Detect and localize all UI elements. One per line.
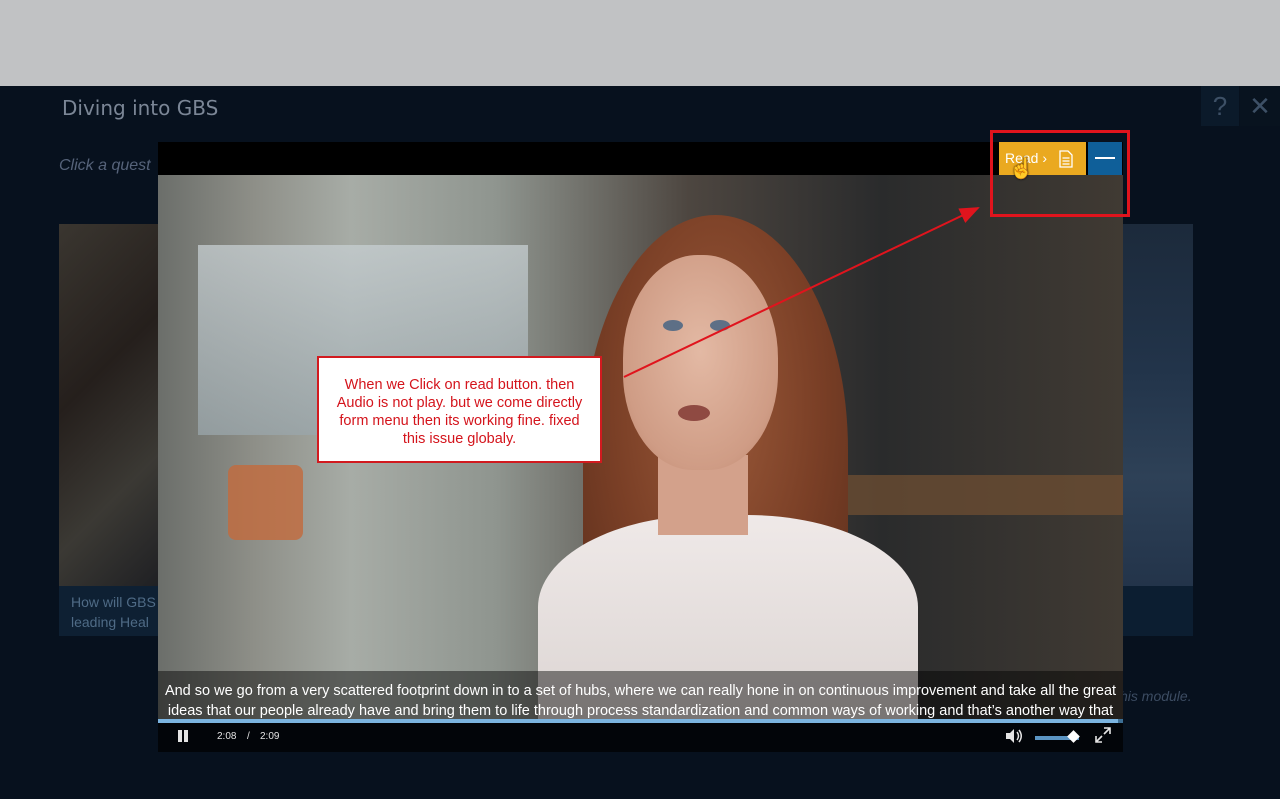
minimize-button[interactable] bbox=[1088, 142, 1122, 175]
video-background-chair bbox=[228, 465, 303, 540]
video-background-table bbox=[848, 475, 1123, 515]
time-current: 2:08 bbox=[217, 731, 237, 742]
video-person-face bbox=[623, 255, 778, 470]
video-frame[interactable]: And so we go from a very scattered footp… bbox=[158, 175, 1123, 720]
fullscreen-icon[interactable] bbox=[1095, 727, 1111, 743]
time-separator: / bbox=[247, 731, 250, 742]
hand-cursor-icon: ☝ bbox=[1009, 158, 1034, 180]
minus-icon bbox=[1095, 157, 1115, 159]
module-title: Diving into GBS bbox=[62, 96, 219, 120]
video-person-mouth bbox=[678, 405, 710, 421]
question-tile-image-right[interactable] bbox=[1118, 224, 1193, 586]
document-icon bbox=[1059, 150, 1073, 168]
control-bar bbox=[158, 723, 1123, 752]
annotation-text: When we Click on read button. then Audio… bbox=[336, 377, 583, 447]
video-person-eye bbox=[710, 320, 730, 331]
annotation-callout: When we Click on read button. then Audio… bbox=[317, 356, 602, 463]
help-button[interactable]: ? bbox=[1201, 86, 1239, 126]
question-tile-caption-right[interactable] bbox=[1118, 586, 1193, 636]
instruction-text: Click a quest bbox=[59, 157, 151, 174]
pause-icon bbox=[178, 730, 182, 742]
volume-icon[interactable] bbox=[1004, 728, 1024, 744]
video-person-eye bbox=[663, 320, 683, 331]
question-tile-caption-left[interactable]: How will GBS leading Heal bbox=[59, 586, 169, 636]
browser-top-band bbox=[0, 0, 1280, 86]
close-button[interactable]: ✕ bbox=[1240, 86, 1280, 126]
pause-button[interactable] bbox=[176, 730, 190, 744]
pause-icon bbox=[184, 730, 188, 742]
time-total: 2:09 bbox=[260, 731, 280, 742]
question-tile-image-left[interactable] bbox=[59, 224, 169, 586]
module-footer-note: his module. bbox=[1120, 688, 1192, 704]
question-tile-caption-text: How will GBS leading Heal bbox=[71, 594, 156, 630]
video-player[interactable]: And so we go from a very scattered footp… bbox=[158, 142, 1123, 752]
subtitle-text: And so we go from a very scattered footp… bbox=[164, 683, 1117, 719]
